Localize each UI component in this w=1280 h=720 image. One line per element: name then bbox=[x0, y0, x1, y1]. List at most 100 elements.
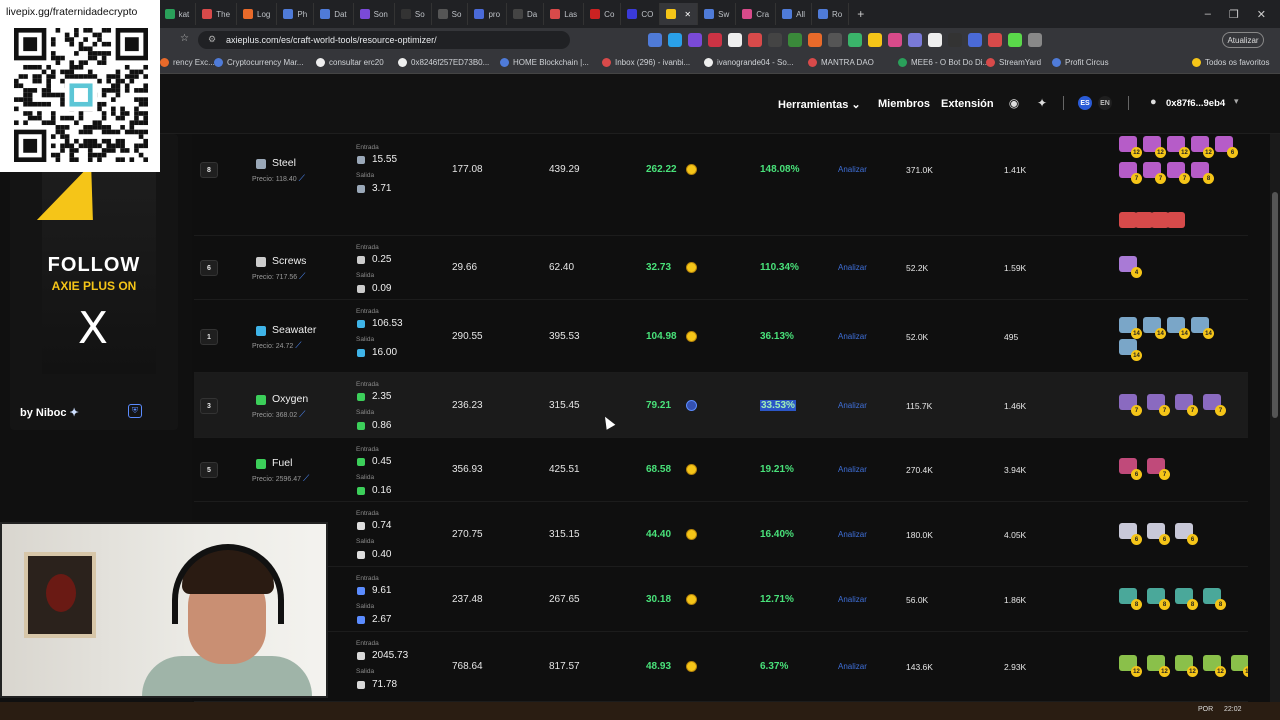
analyze-link[interactable]: Analizar bbox=[838, 165, 867, 174]
recipe-item-icon[interactable]: 6 bbox=[1175, 523, 1198, 545]
recipe-item-icon[interactable]: 12 bbox=[1119, 655, 1142, 677]
recipe-item-icon[interactable]: 7 bbox=[1147, 458, 1170, 480]
recipe-item-icon[interactable]: 14 bbox=[1119, 339, 1142, 361]
resource-name[interactable]: Oxygen bbox=[272, 393, 308, 405]
recipe-item-icon[interactable]: 12 bbox=[1119, 136, 1142, 158]
extension-icon[interactable] bbox=[828, 33, 842, 47]
extension-icon[interactable] bbox=[988, 33, 1002, 47]
recipe-item-icon[interactable]: 7 bbox=[1119, 162, 1142, 184]
bookmark-item[interactable]: StreamYard bbox=[986, 58, 1041, 67]
resource-name[interactable]: Screws bbox=[272, 255, 306, 267]
bookmark-item[interactable]: ivanogrande04 - So... bbox=[704, 58, 794, 67]
extension-icon[interactable] bbox=[928, 33, 942, 47]
extension-icon[interactable] bbox=[1008, 33, 1022, 47]
browser-tab[interactable]: Log bbox=[237, 3, 278, 25]
chart-trend-icon[interactable]: ⟋ bbox=[299, 173, 305, 183]
extension-icon[interactable] bbox=[788, 33, 802, 47]
lang-en[interactable]: EN bbox=[1098, 96, 1112, 110]
recipe-item-icon[interactable]: 6 bbox=[1147, 523, 1170, 545]
update-button[interactable]: Atualizar bbox=[1222, 32, 1264, 48]
bookmark-item[interactable]: Profit Circus bbox=[1052, 58, 1109, 67]
bookmark-item[interactable]: 0x8246f257ED73B0... bbox=[398, 58, 489, 67]
nav-extension[interactable]: Extensión bbox=[941, 98, 994, 110]
analyze-link[interactable]: Analizar bbox=[838, 465, 867, 474]
maximize-icon[interactable]: ❐ bbox=[1229, 8, 1239, 21]
extension-icon[interactable] bbox=[748, 33, 762, 47]
url-bar[interactable]: ⚙ axieplus.com/es/craft-world-tools/reso… bbox=[198, 31, 570, 49]
recipe-item-icon[interactable]: 7 bbox=[1119, 394, 1142, 416]
discord-icon[interactable]: ◉ bbox=[1006, 96, 1022, 110]
twitter-icon[interactable]: ✦ bbox=[1034, 96, 1050, 110]
recipe-item-icon[interactable]: 12 bbox=[1203, 655, 1226, 677]
extension-icon[interactable] bbox=[848, 33, 862, 47]
table-row[interactable]: Entrada 2045.73 Salida 71.78 768.64 817.57 48.… bbox=[194, 632, 1248, 702]
browser-tab[interactable]: So bbox=[432, 3, 469, 25]
recipe-item-icon[interactable]: 7 bbox=[1175, 394, 1198, 416]
analyze-link[interactable]: Analizar bbox=[838, 662, 867, 671]
page-scrollbar[interactable] bbox=[1270, 134, 1280, 702]
bookmark-star-icon[interactable]: ☆ bbox=[180, 33, 189, 44]
recipe-item-icon[interactable]: 14 bbox=[1143, 317, 1166, 339]
browser-tab[interactable]: Dat bbox=[314, 3, 354, 25]
lang-es[interactable]: ES bbox=[1078, 96, 1092, 110]
browser-tab[interactable]: Cra bbox=[736, 3, 777, 25]
table-row[interactable]: 6 Screws Precio: 717.56 ⟋ Entrada 0.25 Salida… bbox=[194, 236, 1248, 300]
wallet-address[interactable]: 0x87f6...9eb4 bbox=[1166, 98, 1225, 109]
table-row[interactable]: Entrada 9.61 Salida 2.67 237.48 267.65 30.18 12… bbox=[194, 567, 1248, 632]
browser-tab[interactable]: Ro bbox=[812, 3, 850, 25]
extension-icon[interactable] bbox=[648, 33, 662, 47]
recipe-item-icon[interactable]: 7 bbox=[1147, 394, 1170, 416]
recipe-item-icon[interactable]: 6 bbox=[1119, 523, 1142, 545]
browser-tab[interactable]: All bbox=[776, 3, 813, 25]
extension-icon[interactable] bbox=[888, 33, 902, 47]
browser-tab[interactable]: Las bbox=[544, 3, 585, 25]
recipe-item-icon[interactable]: 8 bbox=[1175, 588, 1198, 610]
chart-trend-icon[interactable]: ⟋ bbox=[303, 473, 309, 483]
extension-icon[interactable] bbox=[908, 33, 922, 47]
scrollbar-thumb[interactable] bbox=[1272, 192, 1278, 418]
axie-plus-promo[interactable]: FOLLOW AXIE PLUS ON X bbox=[10, 134, 178, 430]
recipe-item-icon[interactable]: 6 bbox=[1215, 136, 1238, 158]
browser-tab[interactable]: ✕ bbox=[660, 3, 699, 25]
recipe-item-icon[interactable]: 12 bbox=[1143, 136, 1166, 158]
extension-icon[interactable] bbox=[728, 33, 742, 47]
bookmark-item[interactable]: consultar erc20 bbox=[316, 58, 384, 67]
recipe-item-icon[interactable]: 7 bbox=[1143, 162, 1166, 184]
analyze-link[interactable]: Analizar bbox=[838, 530, 867, 539]
close-window-icon[interactable]: ✕ bbox=[1257, 8, 1266, 21]
resource-name[interactable]: Seawater bbox=[272, 324, 316, 336]
extension-icon[interactable] bbox=[708, 33, 722, 47]
bookmark-item[interactable]: MEE6 - O Bot Do Di... bbox=[898, 58, 989, 67]
recipe-item-icon[interactable]: 12 bbox=[1147, 655, 1170, 677]
browser-tab[interactable]: Sw bbox=[698, 3, 737, 25]
browser-tab[interactable]: kat bbox=[159, 3, 197, 25]
chart-trend-icon[interactable]: ⟋ bbox=[299, 271, 305, 281]
browser-tab[interactable]: Ph bbox=[277, 3, 315, 25]
analyze-link[interactable]: Analizar bbox=[838, 595, 867, 604]
recipe-item-icon[interactable]: 14 bbox=[1119, 317, 1142, 339]
table-row[interactable]: 5 Fuel Precio: 2596.47 ⟋ Entrada 0.45 Salida 0… bbox=[194, 438, 1248, 502]
browser-tab[interactable]: pro bbox=[468, 3, 508, 25]
extension-icon[interactable] bbox=[808, 33, 822, 47]
minimize-icon[interactable]: – bbox=[1205, 8, 1211, 21]
table-row[interactable]: Entrada 0.74 Salida 0.40 270.75 315.15 44.40 16… bbox=[194, 502, 1248, 567]
browser-tab[interactable]: The bbox=[196, 3, 238, 25]
recipe-item-icon[interactable]: 8 bbox=[1191, 162, 1214, 184]
close-tab-icon[interactable]: ✕ bbox=[684, 10, 691, 19]
nav-tools[interactable]: Herramientas ⌄ bbox=[778, 98, 861, 111]
extension-icon[interactable] bbox=[768, 33, 782, 47]
extension-icon[interactable] bbox=[668, 33, 682, 47]
extension-icon[interactable] bbox=[948, 33, 962, 47]
nav-members[interactable]: Miembros bbox=[878, 98, 930, 110]
recipe-item-icon[interactable]: 7 bbox=[1203, 394, 1226, 416]
bookmark-item[interactable]: MANTRA DAO bbox=[808, 58, 874, 67]
bookmark-item[interactable]: Cryptocurrency Mar... bbox=[214, 58, 303, 67]
analyze-link[interactable]: Analizar bbox=[838, 401, 867, 410]
bookmark-item[interactable]: HOME Blockchain |... bbox=[500, 58, 589, 67]
byline[interactable]: by Niboc ✦ bbox=[20, 406, 79, 419]
recipe-item-icon[interactable]: 8 bbox=[1147, 588, 1170, 610]
extension-icon[interactable] bbox=[968, 33, 982, 47]
recipe-item-icon[interactable]: 14 bbox=[1167, 317, 1190, 339]
recipe-item-icon[interactable]: 7 bbox=[1167, 162, 1190, 184]
extension-icon[interactable] bbox=[868, 33, 882, 47]
